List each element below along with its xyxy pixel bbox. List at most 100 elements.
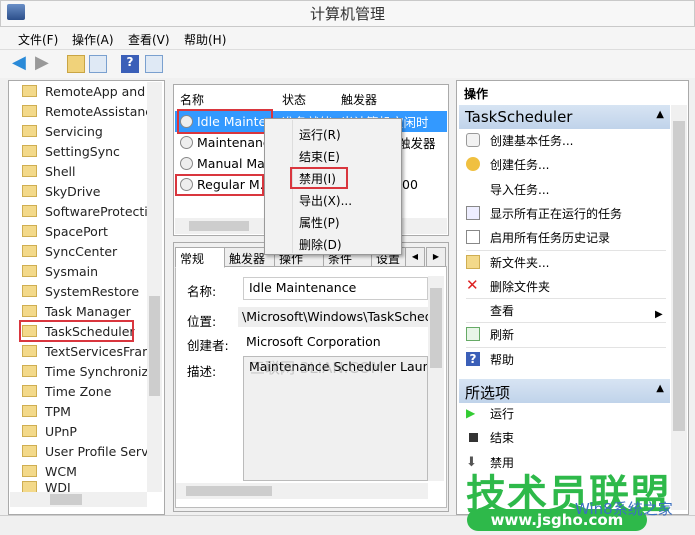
tree-item[interactable]: Time Zone (22, 381, 156, 401)
highlight-box-idle-maintenance (177, 109, 273, 134)
section-taskscheduler[interactable]: TaskScheduler ▲ (459, 105, 670, 129)
show-action-pane-icon[interactable] (145, 55, 163, 73)
tree-item[interactable]: Time Synchronizat (22, 361, 156, 381)
show-tree-icon[interactable] (89, 55, 107, 73)
run-icon: ▶ (466, 406, 476, 420)
task-trigger: 触发器 (398, 136, 436, 151)
action-item[interactable]: 帮助 (490, 351, 514, 368)
up-folder-icon[interactable] (67, 55, 85, 73)
actions-scroll-thumb[interactable] (673, 121, 685, 431)
menu-help[interactable]: 帮助(H) (184, 31, 226, 48)
actions-vertical-scrollbar[interactable] (671, 105, 687, 510)
tree-item[interactable]: TPM (22, 401, 156, 421)
folder-icon (22, 205, 37, 217)
tree-item-label: Sysmain (45, 263, 99, 279)
tree-horizontal-scrollbar[interactable] (10, 492, 147, 507)
context-menu-item[interactable]: 运行(R) (299, 126, 341, 143)
tree-hscroll-thumb[interactable] (50, 494, 82, 505)
task-list-scroll-thumb[interactable] (189, 221, 249, 231)
context-menu-item[interactable]: 属性(P) (299, 214, 340, 231)
tree-item[interactable]: SystemRestore (22, 281, 156, 301)
action-item[interactable]: 显示所有正在运行的任务 (490, 205, 622, 222)
back-icon[interactable]: ◀ (12, 54, 30, 73)
tree-item-label: SoftwareProtectio (45, 203, 156, 219)
tab-0[interactable]: 常规 (175, 247, 225, 268)
column-trigger[interactable]: 触发器 (341, 91, 377, 108)
folder-icon (22, 225, 37, 237)
tree-vertical-scrollbar[interactable] (147, 82, 162, 492)
tree-item[interactable]: SpacePort (22, 221, 156, 241)
task-trigger: 00 (402, 177, 418, 192)
action-item[interactable]: 刷新 (490, 326, 514, 343)
column-name[interactable]: 名称 (180, 91, 204, 108)
window-title: 计算机管理 (309, 5, 385, 23)
tree-item-label: WCM (45, 463, 77, 479)
section-selected-item[interactable]: 所选项 ▲ (459, 379, 670, 403)
action-item[interactable]: 查看 (490, 302, 514, 319)
detail-horizontal-scrollbar[interactable] (176, 483, 428, 499)
tree-item[interactable]: Shell (22, 161, 156, 181)
tree-item[interactable]: SkyDrive (22, 181, 156, 201)
tree-item[interactable]: TextServicesFrame (22, 341, 156, 361)
collapse-icon[interactable]: ▲ (656, 383, 664, 394)
separator (466, 322, 666, 324)
tree-item[interactable]: UPnP (22, 421, 156, 441)
column-status[interactable]: 状态 (282, 91, 306, 108)
tree-scroll-thumb[interactable] (149, 296, 160, 396)
tab-scroll-left[interactable]: ◀ (405, 247, 425, 267)
detail-scroll-thumb[interactable] (430, 288, 442, 368)
task-clock-icon (180, 136, 193, 149)
highlight-box-regular-maintenance (175, 174, 264, 196)
help-icon: ? (466, 351, 480, 366)
detail-vertical-scrollbar[interactable] (428, 276, 444, 481)
menu-action[interactable]: 操作(A) (72, 31, 114, 48)
tree-item-label: SyncCenter (45, 243, 118, 259)
menu-view[interactable]: 查看(V) (128, 31, 170, 48)
section-title: 所选项 (465, 384, 511, 402)
action-item[interactable]: 导入任务... (490, 181, 549, 198)
forward-icon[interactable]: ▶ (35, 54, 53, 73)
tree-item[interactable]: Sysmain (22, 261, 156, 281)
tree-item-label: SpacePort (45, 223, 108, 239)
action-item[interactable]: 删除文件夹 (490, 278, 550, 295)
context-menu-item[interactable]: 删除(D) (299, 236, 342, 253)
action-item[interactable]: 创建基本任务... (490, 132, 573, 149)
action-item[interactable]: 创建任务... (490, 156, 549, 173)
action-item[interactable]: 新文件夹... (490, 254, 549, 271)
action-item[interactable]: 启用所有任务历史记录 (490, 229, 610, 246)
tree-item[interactable]: Task Manager (22, 301, 156, 321)
tree-item[interactable]: Servicing (22, 121, 156, 141)
help-icon[interactable]: ? (121, 55, 139, 73)
folder-icon (22, 185, 37, 197)
collapse-icon[interactable]: ▲ (656, 109, 664, 120)
tree-item-label: Time Synchronizat (45, 363, 156, 379)
separator (466, 249, 666, 251)
context-menu-item[interactable]: 导出(X)... (299, 192, 352, 209)
tree-item[interactable]: SettingSync (22, 141, 156, 161)
tree-item-label: Servicing (45, 123, 103, 139)
tab-scroll-right[interactable]: ▶ (426, 247, 446, 267)
tree-item[interactable]: RemoteAssistance (22, 101, 156, 121)
folder-icon (22, 405, 37, 417)
task-row[interactable]: Maintenanc (180, 132, 270, 153)
tree-item[interactable]: SoftwareProtectio (22, 201, 156, 221)
actions-header: 操作 (464, 87, 489, 101)
menu-bar: 文件(F) 操作(A) 查看(V) 帮助(H) (0, 27, 695, 50)
separator (466, 298, 666, 300)
tree-item[interactable]: RemoteApp and D (22, 81, 156, 101)
context-menu-item[interactable]: 结束(E) (299, 148, 340, 165)
tree-item[interactable]: WCM (22, 461, 156, 481)
folder-icon (22, 445, 37, 457)
name-field[interactable]: Idle Maintenance (243, 277, 428, 300)
task-row[interactable]: Manual Ma (180, 153, 265, 174)
author-label: 创建者: (187, 338, 229, 353)
menu-file[interactable]: 文件(F) (18, 31, 58, 48)
submenu-arrow-icon: ▶ (655, 309, 663, 320)
action-item[interactable]: 结束 (490, 429, 514, 446)
tree-item[interactable]: User Profile Servi (22, 441, 156, 461)
action-item[interactable]: 运行 (490, 405, 514, 422)
detail-hscroll-thumb[interactable] (186, 486, 272, 496)
highlight-box-disable (290, 167, 348, 189)
stop-icon (469, 433, 478, 443)
tree-item[interactable]: SyncCenter (22, 241, 156, 261)
